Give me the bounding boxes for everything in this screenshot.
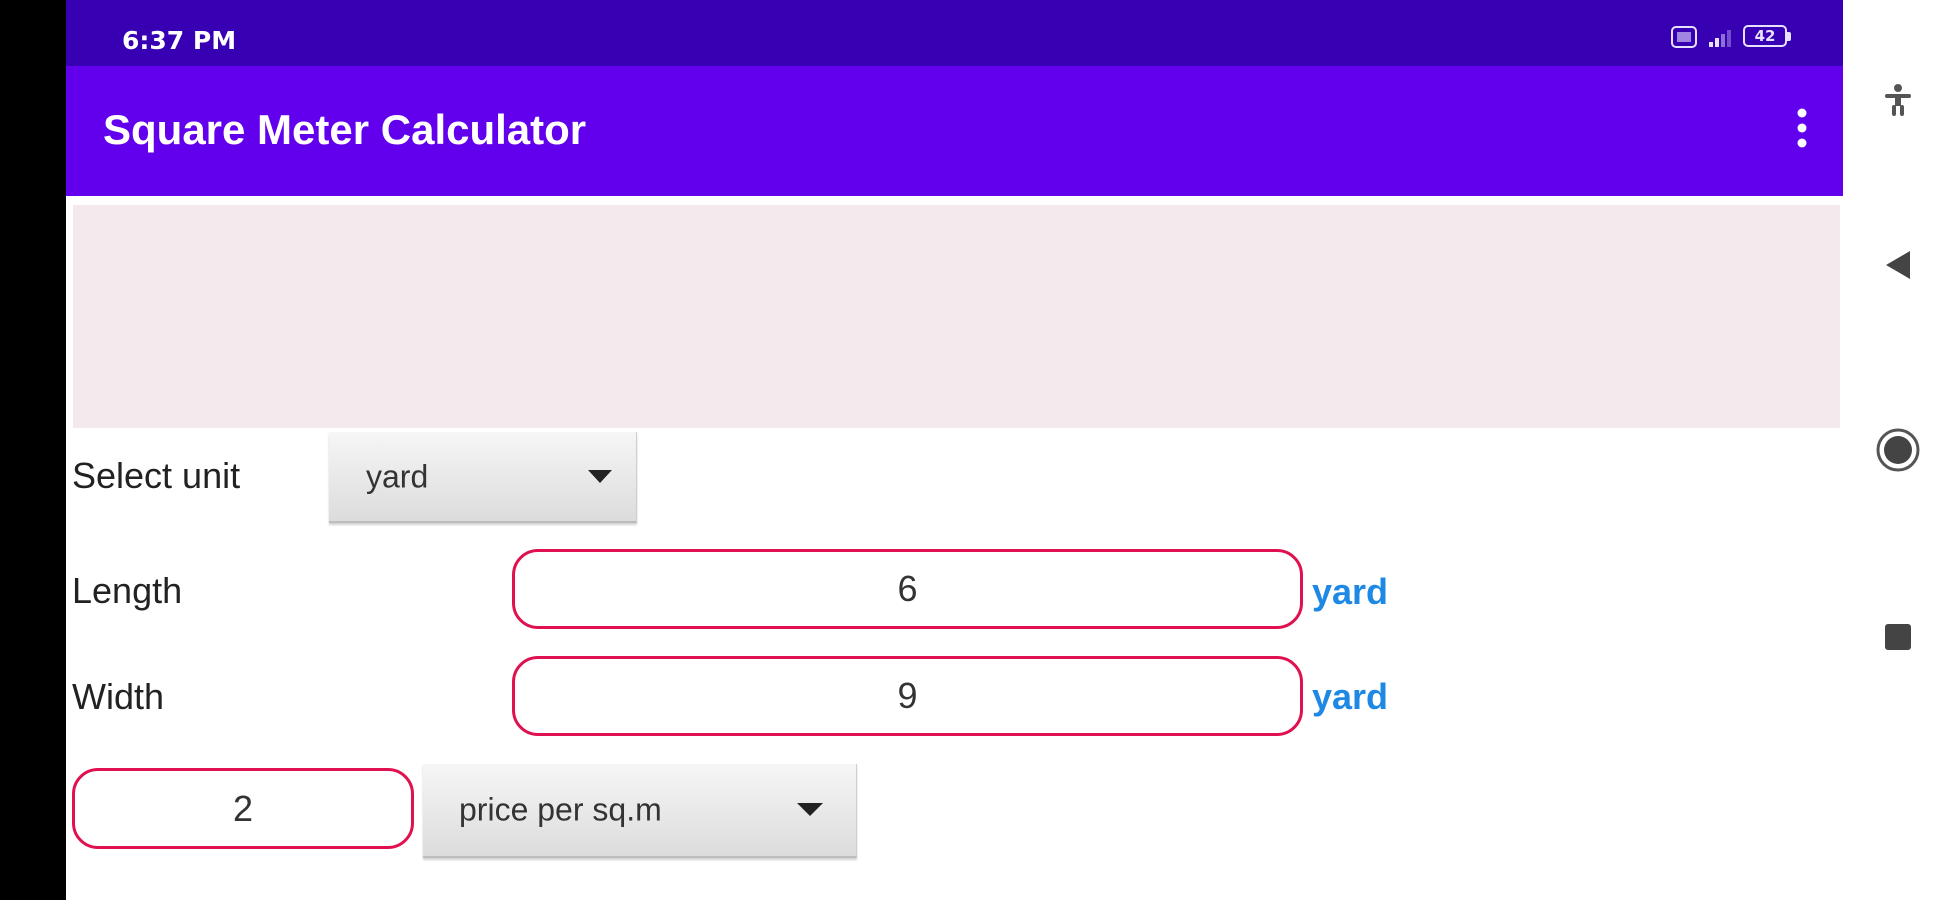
battery-icon: 42 xyxy=(1743,25,1793,49)
price-type-spinner-value: price per sq.m xyxy=(459,791,662,828)
navigation-bar xyxy=(1843,0,1953,900)
status-bar: 6:37 PM 42 xyxy=(66,0,1843,66)
status-time: 6:37 PM xyxy=(122,26,237,55)
width-input[interactable]: 9 xyxy=(512,656,1303,736)
hd-icon xyxy=(1671,26,1697,48)
select-unit-label: Select unit xyxy=(72,455,241,496)
price-type-spinner[interactable]: price per sq.m xyxy=(423,764,857,858)
width-unit-label: yard xyxy=(1312,676,1389,717)
length-label: Length xyxy=(72,570,183,611)
dropdown-arrow-icon xyxy=(797,803,823,816)
app-title: Square Meter Calculator xyxy=(103,106,587,153)
battery-level: 42 xyxy=(1754,27,1776,45)
price-input[interactable]: 2 xyxy=(72,768,414,849)
banner-area xyxy=(73,205,1840,428)
length-input[interactable]: 6 xyxy=(512,549,1303,629)
back-icon[interactable] xyxy=(1843,220,1953,310)
left-bezel xyxy=(0,0,66,900)
home-icon[interactable] xyxy=(1843,405,1953,495)
width-label: Width xyxy=(72,676,165,717)
length-unit-label: yard xyxy=(1312,571,1389,612)
unit-spinner-value: yard xyxy=(366,458,429,494)
signal-icon xyxy=(1709,30,1731,47)
unit-spinner[interactable]: yard xyxy=(329,432,637,523)
status-icons: 42 xyxy=(1671,24,1793,50)
more-vert-icon[interactable] xyxy=(1787,104,1817,152)
recents-icon[interactable] xyxy=(1843,592,1953,682)
app-screen: 6:37 PM 42 Square Meter Calculator Selec… xyxy=(66,0,1843,900)
dropdown-arrow-icon xyxy=(588,469,612,483)
app-bar: Square Meter Calculator xyxy=(66,66,1843,196)
accessibility-icon[interactable] xyxy=(1843,55,1953,145)
